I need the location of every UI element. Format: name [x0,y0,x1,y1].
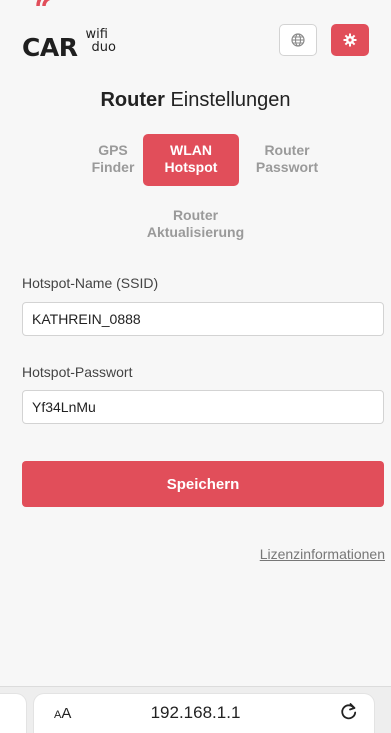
password-input[interactable] [22,390,384,424]
logo-duo-text: duo [91,40,116,55]
page-title-bold: Router [100,89,165,111]
wifi-signal-icon [36,0,51,7]
settings-button[interactable] [331,24,369,56]
tab-router-aktualisierung[interactable]: Router Aktualisierung [128,199,263,251]
browser-url: 192.168.1.1 [150,703,241,722]
tab-label-line2: Aktualisierung [146,224,245,240]
tab-router-passwort[interactable]: Router Passwort [239,134,335,186]
logo-car-text: CAR [22,33,78,62]
save-button[interactable]: Speichern [22,461,384,507]
gear-icon [343,33,357,47]
reload-icon[interactable] [338,700,360,722]
tab-label-line2: Passwort [255,159,319,175]
password-label: Hotspot-Passwort [22,364,133,380]
license-info-link[interactable]: Lizenzinformationen [260,546,385,562]
tab-label-line1: Router [172,207,219,223]
globe-icon [291,33,305,47]
tab-label-line1: Router [264,142,310,158]
page-title-rest: Einstellungen [170,89,291,111]
tab-wlan-hotspot[interactable]: WLAN Hotspot [143,134,239,186]
page-title: Router Einstellungen [0,89,391,112]
carwifi-duo-logo: CAR wifi duo [22,0,116,62]
app-header: CAR wifi duo [0,0,391,80]
ssid-input[interactable] [22,302,384,336]
logo-wifi-duo: wifi duo [85,28,115,54]
tab-label-line2: Hotspot [164,159,218,175]
settings-tabs: GPS Finder WLAN Hotspot Router Passwort … [0,134,391,244]
tab-label-line1: WLAN [170,142,212,158]
ssid-label: Hotspot-Name (SSID) [22,275,159,291]
language-button[interactable] [279,24,317,56]
